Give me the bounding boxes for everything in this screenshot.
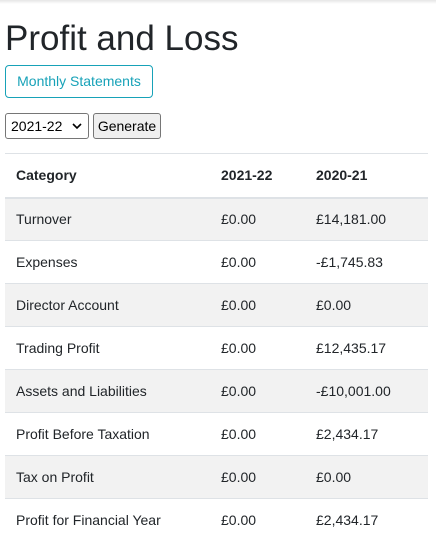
row-value-current: £0.00: [210, 197, 305, 241]
table-row: Expenses £0.00 -£1,745.83: [5, 240, 428, 284]
header-category: Category: [5, 153, 210, 199]
row-value-current: £0.00: [210, 369, 305, 413]
year-select[interactable]: 2021-22: [5, 113, 89, 139]
table-row: Profit Before Taxation £0.00 £2,434.17: [5, 412, 428, 456]
page-title: Profit and Loss: [5, 19, 239, 58]
row-value-previous: £0.00: [305, 283, 428, 327]
row-value-previous: -£10,001.00: [305, 369, 428, 413]
generate-button[interactable]: Generate: [93, 113, 161, 139]
row-category: Turnover: [5, 197, 210, 241]
row-category: Tax on Profit: [5, 455, 210, 499]
table-row: Director Account £0.00 £0.00: [5, 283, 428, 327]
row-category: Expenses: [5, 240, 210, 284]
row-category: Profit for Financial Year: [5, 498, 210, 542]
row-value-previous: £12,435.17: [305, 326, 428, 370]
table-row: Trading Profit £0.00 £12,435.17: [5, 326, 428, 370]
row-category: Trading Profit: [5, 326, 210, 370]
table-row: Assets and Liabilities £0.00 -£10,001.00: [5, 369, 428, 413]
row-value-current: £0.00: [210, 455, 305, 499]
row-value-previous: £0.00: [305, 455, 428, 499]
row-category: Profit Before Taxation: [5, 412, 210, 456]
monthly-statements-button[interactable]: Monthly Statements: [5, 65, 153, 98]
table-row: Tax on Profit £0.00 £0.00: [5, 455, 428, 499]
header-year-current: 2021-22: [210, 153, 305, 199]
table-row: Profit for Financial Year £0.00 £2,434.1…: [5, 498, 428, 542]
chevron-down-icon: [72, 123, 82, 130]
row-value-current: £0.00: [210, 283, 305, 327]
table-header-row: Category 2021-22 2020-21: [5, 153, 428, 199]
row-category: Director Account: [5, 283, 210, 327]
row-value-previous: £2,434.17: [305, 498, 428, 542]
row-value-previous: £14,181.00: [305, 197, 428, 241]
row-value-current: £0.00: [210, 326, 305, 370]
row-value-current: £0.00: [210, 498, 305, 542]
header-year-previous: 2020-21: [305, 153, 428, 199]
profit-loss-table: Category 2021-22 2020-21 Turnover £0.00 …: [5, 153, 428, 542]
row-value-previous: -£1,745.83: [305, 240, 428, 284]
top-shadow: [0, 0, 436, 4]
row-value-current: £0.00: [210, 240, 305, 284]
table-row: Turnover £0.00 £14,181.00: [5, 197, 428, 241]
row-value-previous: £2,434.17: [305, 412, 428, 456]
year-select-value: 2021-22: [11, 118, 63, 134]
row-category: Assets and Liabilities: [5, 369, 210, 413]
row-value-current: £0.00: [210, 412, 305, 456]
